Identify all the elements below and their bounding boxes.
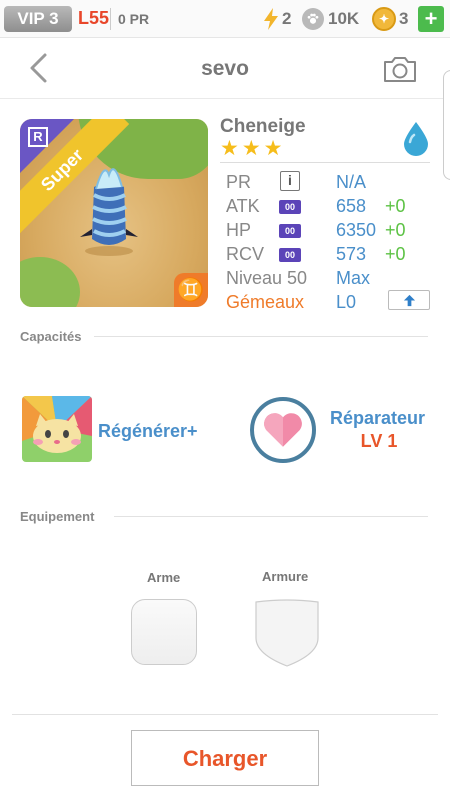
divider bbox=[110, 8, 111, 30]
atk-label: ATK bbox=[226, 196, 260, 216]
star-icon: ★ bbox=[263, 137, 283, 160]
hp-chip: 00 bbox=[279, 224, 301, 238]
armor-label: Armure bbox=[262, 569, 309, 584]
character-name: Cheneige bbox=[220, 116, 306, 137]
zodiac-badge: ♊ bbox=[174, 273, 208, 307]
star-rating: ★ ★ ★ bbox=[220, 137, 283, 160]
add-currency-button[interactable]: + bbox=[418, 6, 444, 32]
skill-icon[interactable] bbox=[22, 396, 92, 462]
star-icon: ★ bbox=[220, 137, 239, 160]
vip-badge[interactable]: VIP 3 bbox=[4, 6, 72, 32]
leader-skill-name[interactable]: Réparateur bbox=[330, 408, 425, 429]
divider bbox=[94, 336, 428, 337]
page-header: sevo bbox=[0, 39, 450, 99]
abilities-section-title: Capacités bbox=[20, 329, 82, 344]
paw-value: 10K bbox=[328, 9, 360, 28]
leader-skill-level: LV 1 bbox=[360, 431, 398, 451]
player-pr: 0 PR bbox=[118, 11, 150, 27]
atk-chip: 00 bbox=[279, 200, 301, 214]
rarity-badge: R bbox=[28, 127, 48, 147]
player-level: L55 bbox=[78, 8, 110, 28]
rcv-value: 573 bbox=[336, 244, 367, 264]
leader-skill-icon[interactable] bbox=[250, 397, 316, 463]
level-value: Max bbox=[336, 268, 371, 288]
paw-counter: 10K bbox=[302, 6, 359, 32]
divider bbox=[12, 714, 438, 715]
energy-value: 2 bbox=[282, 9, 292, 28]
camera-icon[interactable] bbox=[382, 54, 418, 84]
side-drawer-handle[interactable] bbox=[443, 70, 450, 180]
paw-icon bbox=[302, 8, 324, 30]
zodiac-upgrade-button[interactable] bbox=[388, 290, 430, 310]
equipment-section-title: Equipement bbox=[20, 509, 95, 524]
hp-value: 6350 bbox=[336, 220, 377, 240]
grass-decoration bbox=[20, 257, 80, 307]
atk-bonus: +0 bbox=[385, 196, 406, 216]
divider bbox=[114, 516, 428, 517]
weapon-slot[interactable] bbox=[131, 599, 197, 665]
hp-label: HP bbox=[226, 220, 252, 240]
pr-value: N/A bbox=[336, 172, 367, 192]
skill-name[interactable]: Régénérer+ bbox=[98, 421, 198, 442]
status-bar: VIP 3 L55 0 PR 2 10K ✦ 3 + bbox=[0, 0, 450, 38]
arrow-up-icon bbox=[403, 294, 415, 306]
lightning-icon bbox=[264, 8, 278, 30]
creature-sprite bbox=[80, 168, 138, 256]
character-portrait[interactable]: Super R ♊ bbox=[20, 119, 208, 307]
zodiac-value: L0 bbox=[336, 292, 357, 312]
zodiac-label: Gémeaux bbox=[226, 292, 305, 312]
rcv-bonus: +0 bbox=[385, 244, 406, 264]
info-button[interactable]: i bbox=[280, 171, 300, 191]
atk-value: 658 bbox=[336, 196, 367, 216]
rcv-label: RCV bbox=[226, 244, 265, 264]
pr-label: PR bbox=[226, 172, 252, 192]
charge-button[interactable]: Charger bbox=[131, 730, 319, 786]
coin-icon: ✦ bbox=[372, 7, 396, 31]
star-icon: ★ bbox=[241, 137, 261, 160]
water-drop-icon bbox=[404, 122, 428, 156]
weapon-label: Arme bbox=[147, 570, 181, 585]
level-label: Niveau 50 bbox=[226, 268, 308, 288]
rcv-chip: 00 bbox=[279, 248, 301, 262]
hp-bonus: +0 bbox=[385, 220, 406, 240]
energy-counter: 2 bbox=[262, 6, 291, 32]
cat-skill-art bbox=[22, 396, 92, 462]
heart-icon bbox=[264, 413, 302, 447]
coin-value: 3 bbox=[399, 9, 409, 28]
divider bbox=[220, 162, 430, 163]
armor-slot[interactable] bbox=[254, 598, 320, 668]
coin-counter: ✦ 3 bbox=[372, 6, 408, 32]
